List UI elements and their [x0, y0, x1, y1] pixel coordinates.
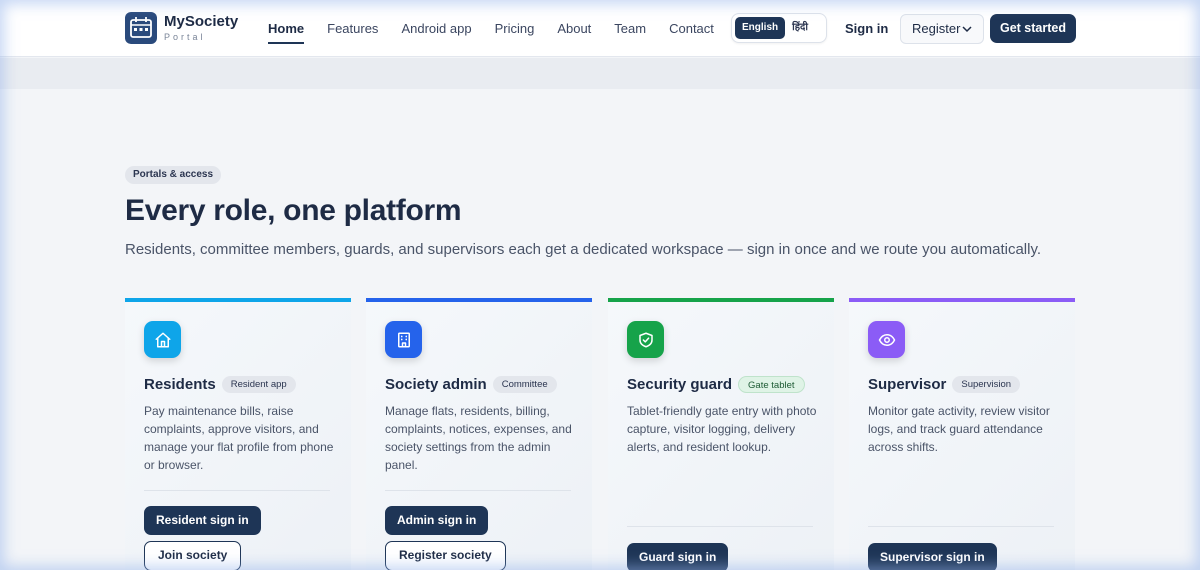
resident-sign-in-button[interactable]: Resident sign in	[144, 506, 261, 535]
card-description: Pay maintenance bills, raise complaints,…	[144, 404, 334, 472]
role-card-supervisor: Supervisor Supervision Monitor gate acti…	[849, 298, 1075, 570]
nav-about[interactable]: About	[549, 0, 599, 57]
role-card-society-admin: Society admin Committee Manage flats, re…	[366, 298, 592, 570]
card-title: Security guard	[627, 376, 733, 393]
brand-subtitle: Portal	[164, 32, 206, 42]
brand-name: MySociety	[164, 13, 239, 30]
card-badge: Supervision	[952, 376, 1021, 393]
home-icon	[144, 321, 181, 358]
chevron-down-icon	[962, 26, 972, 33]
top-navbar: MySociety Portal Home Features Android a…	[0, 0, 1200, 57]
register-society-button[interactable]: Register society	[385, 541, 506, 570]
card-description: Monitor gate activity, review visitor lo…	[868, 404, 1050, 454]
card-title: Society admin	[385, 376, 487, 393]
card-description: Manage flats, residents, billing, compla…	[385, 404, 572, 472]
shield-check-icon	[627, 321, 664, 358]
role-card-security-guard: Security guard Gate tablet Tablet-friend…	[608, 298, 834, 570]
section-subtitle: Residents, committee members, guards, an…	[125, 241, 1042, 258]
card-divider	[144, 490, 330, 491]
join-society-button[interactable]: Join society	[144, 541, 242, 570]
section-title: Every role, one platform	[125, 194, 462, 227]
lang-hindi[interactable]: हिंदी	[785, 17, 815, 39]
card-title: Residents	[144, 376, 216, 393]
lang-english[interactable]: English	[735, 17, 786, 39]
register-dropdown[interactable]: Register	[900, 14, 984, 44]
nav-home[interactable]: Home	[260, 0, 312, 57]
card-divider	[385, 490, 571, 491]
get-started-button[interactable]: Get started	[990, 14, 1076, 43]
card-badge: Committee	[492, 376, 557, 393]
nav-team[interactable]: Team	[606, 0, 654, 57]
card-description: Tablet-friendly gate entry with photo ca…	[627, 404, 817, 454]
card-title: Supervisor	[868, 376, 947, 393]
nav-features[interactable]: Features	[319, 0, 386, 57]
section-eyebrow: Portals & access	[125, 166, 222, 184]
admin-sign-in-button[interactable]: Admin sign in	[385, 506, 489, 535]
nav-contact[interactable]: Contact	[661, 0, 722, 57]
nav-android-app[interactable]: Android app	[393, 0, 479, 57]
brand[interactable]: MySociety Portal	[125, 12, 238, 44]
card-divider	[627, 526, 813, 527]
main-nav: Home Features Android app Pricing About …	[260, 0, 729, 57]
eye-icon	[868, 321, 905, 358]
register-label: Register	[912, 21, 961, 36]
card-badge: Resident app	[221, 376, 296, 393]
card-badge: Gate tablet	[738, 376, 805, 393]
sign-in-link[interactable]: Sign in	[845, 0, 888, 57]
logo-icon	[125, 12, 157, 44]
guard-sign-in-button[interactable]: Guard sign in	[627, 543, 729, 570]
building-icon	[385, 321, 422, 358]
language-switcher: English हिंदी	[731, 13, 827, 43]
header-band	[0, 58, 1200, 89]
card-divider	[868, 526, 1054, 527]
supervisor-sign-in-button[interactable]: Supervisor sign in	[868, 543, 997, 570]
nav-pricing[interactable]: Pricing	[487, 0, 543, 57]
role-card-residents: Residents Resident app Pay maintenance b…	[125, 298, 351, 570]
